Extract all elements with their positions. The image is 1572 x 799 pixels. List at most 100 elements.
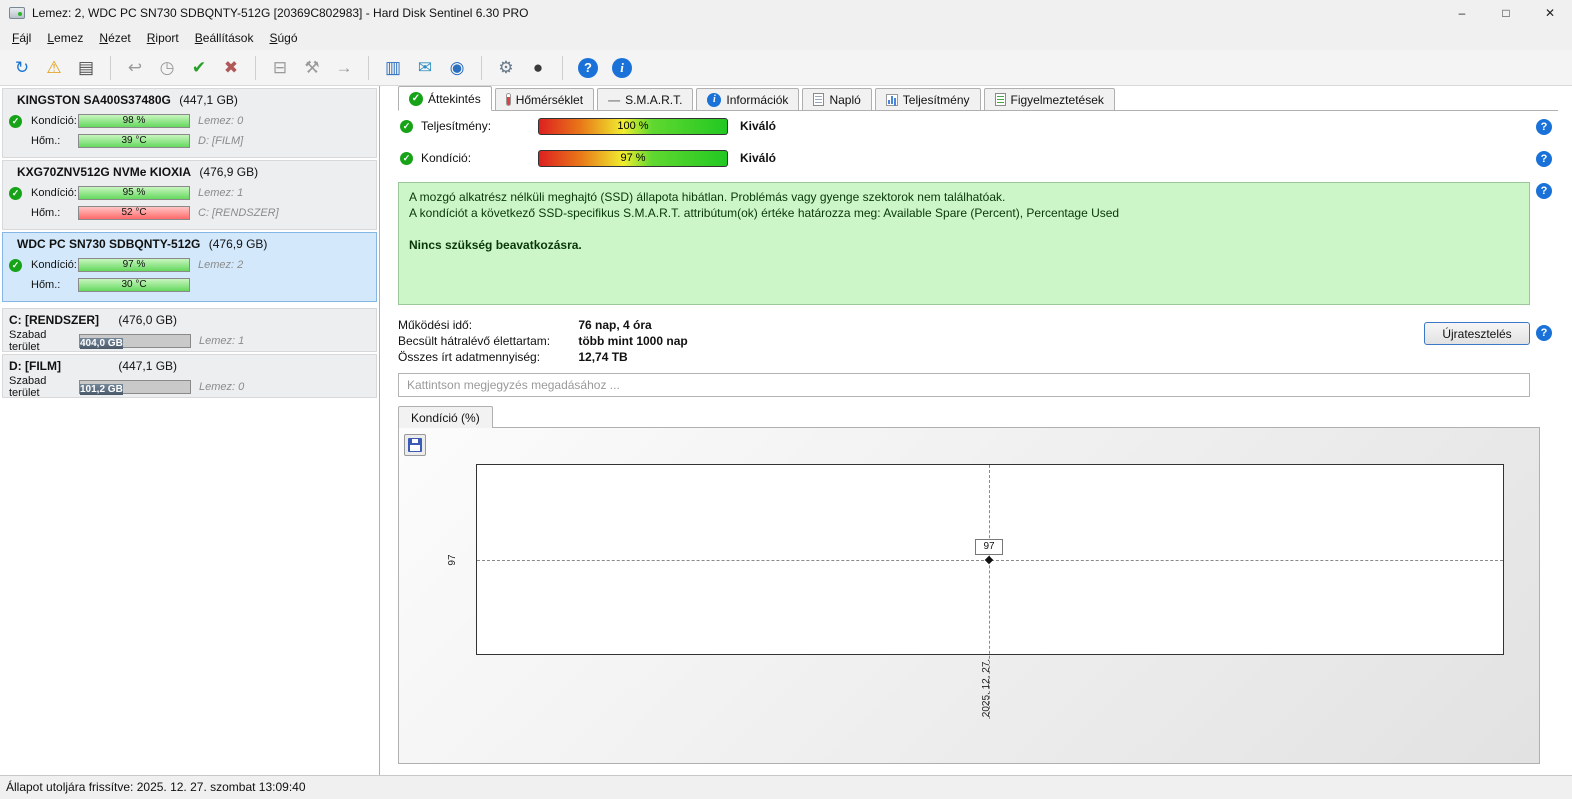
free-space-label: Szabad terület [9, 375, 47, 399]
partition-item-c[interactable]: C: [RENDSZER] (476,0 GB) Szabad terület … [2, 308, 377, 353]
toolbar: ↻ ⚠ ▤ ↩ ◷ ✔ ✖ ⊟ ⚒ → ▥ ✉ ◉ ⚙ ● ? i [0, 50, 1572, 86]
tab-information[interactable]: i Információk [696, 88, 800, 111]
warning-disk-icon[interactable]: ⚠ [39, 55, 69, 81]
volume-label: D: [FILM] [198, 135, 244, 147]
network-icon[interactable]: ◉ [442, 55, 472, 81]
close-button[interactable]: ✕ [1528, 0, 1572, 26]
partition-name: D: [FILM] [9, 359, 61, 373]
partition-item-d[interactable]: D: [FILM] (447,1 GB) Szabad terület 101,… [2, 354, 377, 399]
alerts-document-icon [994, 93, 1006, 106]
disk-size: (447,1 GB) [179, 93, 238, 107]
disk-index-label: Lemez: 2 [198, 259, 244, 271]
free-space-label: Szabad terület [9, 329, 47, 353]
disk-size: (476,9 GB) [199, 165, 259, 179]
menu-disk[interactable]: Lemez [39, 28, 91, 48]
tab-overview[interactable]: ✓ Áttekintés [398, 86, 492, 111]
titlebar: Lemez: 2, WDC PC SN730 SDBQNTY-512G [203… [0, 0, 1572, 26]
undo-icon[interactable]: ↩ [120, 55, 150, 81]
info-icon[interactable]: i [612, 57, 632, 78]
dark-disk-icon[interactable]: ● [523, 55, 553, 81]
help-icon[interactable]: ? [1536, 119, 1552, 135]
temp-label: Hőm.: [31, 207, 61, 219]
disk-name: WDC PC SN730 SDBQNTY-512G [17, 237, 201, 251]
disk-tools-icon[interactable]: ⚒ [297, 55, 327, 81]
tab-performance[interactable]: Teljesítmény [874, 88, 981, 111]
help-icon[interactable]: ? [1536, 151, 1552, 167]
notes-icon[interactable]: ▥ [378, 55, 408, 81]
condition-label: Kondíció: [31, 115, 77, 127]
lifetime-row: Becsült hátralévő élettartam: több mint … [398, 334, 688, 350]
minimize-button[interactable]: – [1440, 0, 1484, 26]
disk-index-label: Lemez: 0 [199, 381, 245, 393]
tab-alerts[interactable]: Figyelmeztetések [983, 88, 1115, 111]
disk-drive-icon[interactable]: ⊟ [265, 55, 295, 81]
retest-button[interactable]: Újratesztelés [1424, 322, 1530, 345]
toolbar-separator [481, 55, 482, 80]
tab-log[interactable]: Napló [802, 88, 872, 111]
chart-x-tick: 2025. 12. 27. [981, 658, 992, 718]
ok-status-icon: ✓ [400, 151, 413, 165]
disk-name: KINGSTON SA400S37480G [17, 93, 171, 107]
tab-label: Teljesítmény [902, 92, 970, 107]
temp-label: Hőm.: [31, 279, 61, 291]
temp-bar: 52 °C [78, 206, 190, 220]
condition-bar: 97 % [78, 258, 190, 272]
total-written-row: Összes írt adatmennyiség: 12,74 TB [398, 350, 628, 366]
performance-bar: 100 % [538, 117, 728, 135]
email-icon[interactable]: ✉ [410, 55, 440, 81]
help-icon[interactable]: ? [1536, 183, 1552, 199]
tab-temperature[interactable]: Hőmérséklet [494, 88, 595, 111]
disk-go-icon[interactable]: → [329, 55, 359, 81]
temp-label: Hőm.: [31, 135, 61, 147]
refresh-icon[interactable]: ↻ [7, 55, 37, 81]
menu-view[interactable]: Nézet [91, 28, 138, 48]
app-window: Lemez: 2, WDC PC SN730 SDBQNTY-512G [203… [0, 0, 1572, 799]
ok-status-icon: ✓ [9, 186, 22, 200]
tab-label: Napló [829, 92, 861, 107]
info-circle-icon: i [707, 92, 722, 107]
condition-label: Kondíció: [31, 259, 77, 271]
condition-history-chart: 97 97 2025. 12. 27. [398, 427, 1540, 764]
disk-name: KXG70ZNV512G NVMe KIOXIA [17, 165, 192, 179]
partition-size: (447,1 GB) [118, 359, 178, 373]
menu-settings[interactable]: Beállítások [187, 28, 262, 48]
tab-label: Áttekintés [428, 91, 481, 106]
app-icon [9, 7, 25, 19]
disk-item-kingston[interactable]: KINGSTON SA400S37480G (447,1 GB) ✓ Kondí… [2, 88, 377, 158]
status-action: Nincs szükség beavatkozásra. [409, 238, 582, 252]
help-icon[interactable]: ? [578, 57, 598, 78]
condition-bar: 95 % [78, 186, 190, 200]
disk-item-wdc-selected[interactable]: WDC PC SN730 SDBQNTY-512G (476,9 GB) ✓ K… [2, 232, 377, 302]
report-icon[interactable]: ▤ [71, 55, 101, 81]
thermometer-icon [505, 93, 511, 106]
chart-tab-condition[interactable]: Kondíció (%) [398, 406, 493, 428]
power-on-time-value: 76 nap, 4 óra [578, 318, 652, 332]
tab-smart[interactable]: — S.M.A.R.T. [597, 88, 694, 111]
disk-ok-icon[interactable]: ✔ [184, 55, 214, 81]
comment-input[interactable] [398, 373, 1530, 397]
log-document-icon [813, 93, 825, 106]
disk-item-kioxia[interactable]: KXG70ZNV512G NVMe KIOXIA (476,9 GB) ✓ Ko… [2, 160, 377, 230]
clock-icon[interactable]: ◷ [152, 55, 182, 81]
toolbar-separator [562, 55, 563, 80]
menu-report[interactable]: Riport [139, 28, 187, 48]
menu-help[interactable]: Súgó [261, 28, 305, 48]
condition-bar: 98 % [78, 114, 190, 128]
maximize-button[interactable]: □ [1484, 0, 1528, 26]
ok-status-icon: ✓ [9, 114, 22, 128]
save-chart-button[interactable] [404, 434, 426, 456]
lifetime-value: több mint 1000 nap [578, 334, 688, 348]
window-controls: – □ ✕ [1440, 0, 1572, 26]
partition-name: C: [RENDSZER] [9, 313, 99, 327]
settings-gear-icon[interactable]: ⚙ [491, 55, 521, 81]
status-text: Állapot utoljára frissítve: 2025. 12. 27… [6, 780, 306, 794]
disk-remove-icon[interactable]: ✖ [216, 55, 246, 81]
menu-file[interactable]: Fájl [4, 28, 39, 48]
tab-label: Információk [726, 92, 789, 107]
help-icon[interactable]: ? [1536, 325, 1552, 341]
toolbar-separator [255, 55, 256, 80]
performance-row: ✓ Teljesítmény: 100 % Kiváló [398, 116, 776, 136]
main-tabbar: ✓ Áttekintés Hőmérséklet — S.M.A.R.T. i … [398, 86, 1558, 111]
free-space-bar: 101,2 GB [79, 380, 191, 395]
